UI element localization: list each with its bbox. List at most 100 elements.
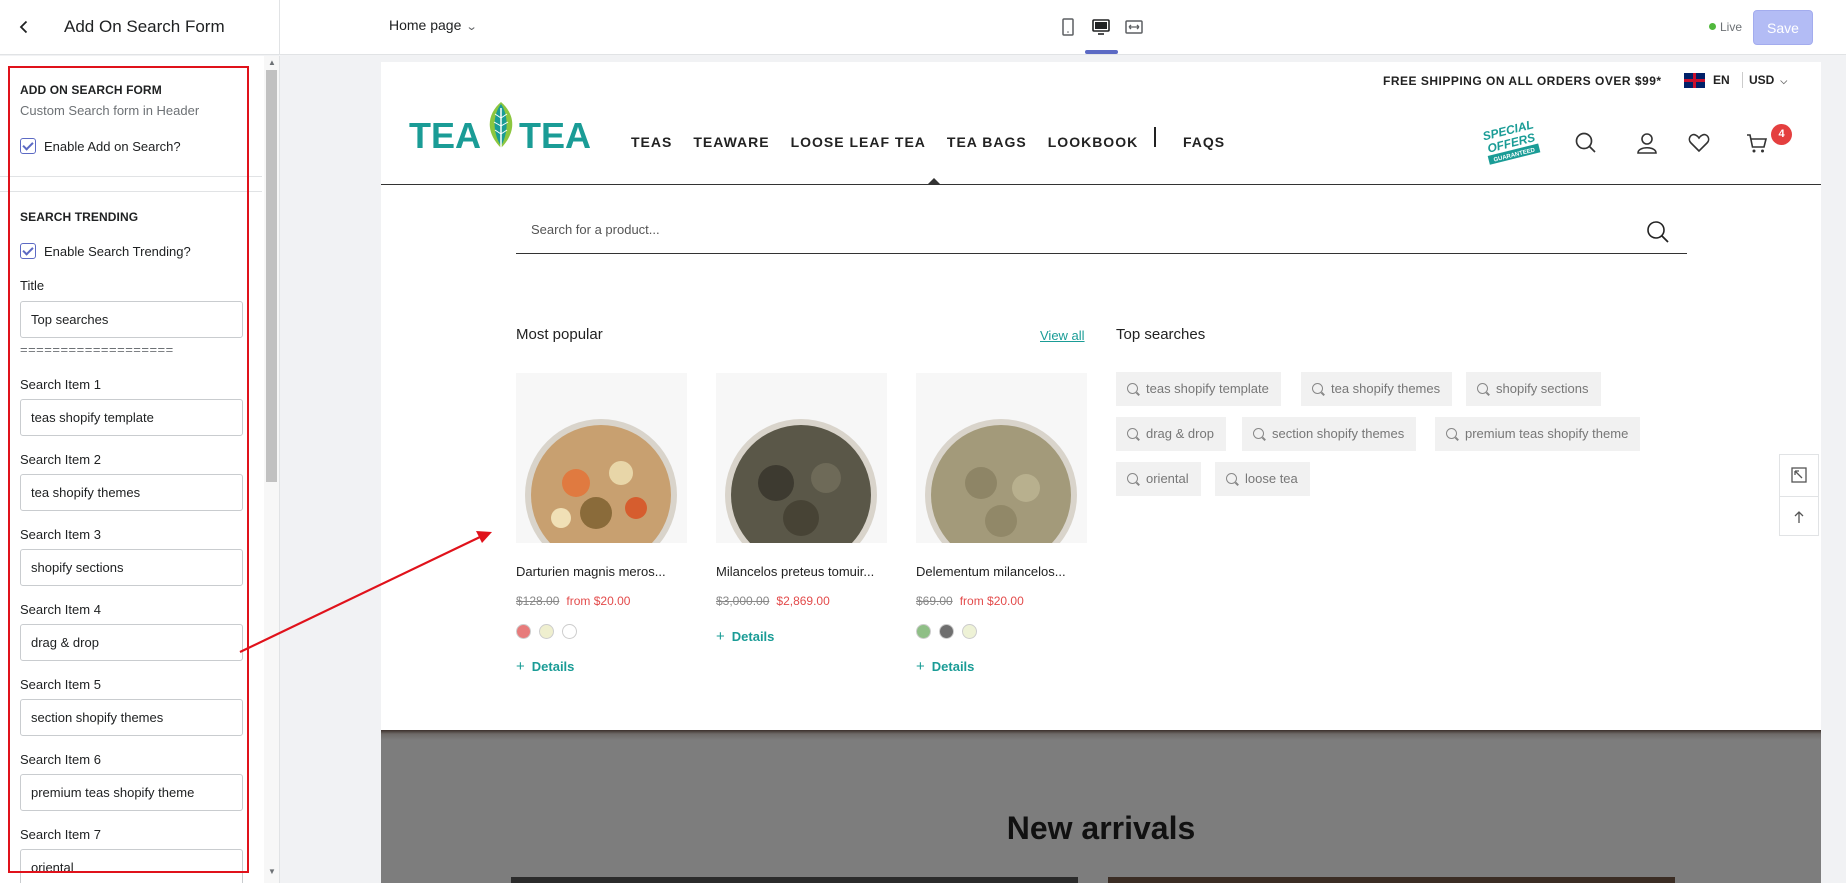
special-offers-badge[interactable]: SPECIAL OFFERS GUARANTEED: [1479, 117, 1543, 167]
search-input[interactable]: Search for a product...: [531, 222, 660, 237]
logo-text-left: TEA: [409, 115, 481, 154]
currency-selector[interactable]: USD ⌵: [1749, 73, 1787, 87]
search-tag-label: shopify sections: [1496, 381, 1589, 396]
color-swatches: [916, 624, 1087, 640]
language-selector[interactable]: EN: [1713, 73, 1730, 87]
search-tag-label: section shopify themes: [1272, 426, 1405, 441]
most-popular-title: Most popular: [516, 326, 603, 343]
details-link[interactable]: + Details: [916, 658, 1087, 675]
nav-item-loose-leaf-tea[interactable]: LOOSE LEAF TEA: [791, 134, 926, 150]
search-tag-label: teas shopify template: [1146, 381, 1269, 396]
color-swatch[interactable]: [916, 624, 931, 639]
search-icon: [1127, 473, 1138, 484]
fullscreen-view-icon[interactable]: [1123, 16, 1145, 38]
header-bottom-line: [381, 184, 1821, 185]
details-link[interactable]: + Details: [516, 658, 687, 675]
product-image[interactable]: [916, 373, 1087, 543]
live-dot-icon: [1709, 23, 1716, 30]
product-name[interactable]: Darturien magnis meros...: [516, 564, 687, 579]
search-icon: [1446, 428, 1457, 439]
product-card[interactable]: Darturien magnis meros... $128.00 from $2…: [516, 373, 687, 675]
product-name[interactable]: Delementum milancelos...: [916, 564, 1087, 579]
dropdown-caret-icon: [928, 178, 940, 184]
plus-icon: +: [516, 658, 525, 675]
search-underline: [516, 253, 1687, 254]
product-image[interactable]: [516, 373, 687, 543]
search-tag-label: oriental: [1146, 471, 1189, 486]
color-swatch[interactable]: [939, 624, 954, 639]
scroll-up-arrow-icon[interactable]: ▲: [268, 58, 276, 67]
active-device-indicator: [1085, 50, 1118, 54]
plus-icon: +: [916, 658, 925, 675]
search-tag[interactable]: section shopify themes: [1242, 417, 1417, 451]
search-tag[interactable]: tea shopify themes: [1301, 372, 1453, 406]
product-card[interactable]: Delementum milancelos... $69.00 from $20.…: [916, 373, 1087, 675]
banner-image-strip: [1108, 877, 1675, 883]
search-tag[interactable]: shopify sections: [1466, 372, 1601, 406]
product-image[interactable]: [716, 373, 887, 543]
chevron-down-icon: ⌄: [466, 21, 478, 33]
search-tag-label: drag & drop: [1146, 426, 1214, 441]
expand-icon[interactable]: [1780, 455, 1818, 495]
details-label: Details: [931, 659, 975, 674]
search-icon[interactable]: [1573, 130, 1599, 156]
sale-price: $2,869.00: [776, 594, 830, 608]
page-selector-label: Home page: [389, 17, 462, 33]
search-tag[interactable]: teas shopify template: [1116, 372, 1281, 406]
product-name[interactable]: Milancelos preteus tomuir...: [716, 564, 887, 579]
cart-icon[interactable]: [1744, 130, 1770, 156]
new-arrivals-title: New arrivals: [1006, 810, 1196, 846]
search-icon: [1253, 428, 1264, 439]
search-tag[interactable]: drag & drop: [1116, 417, 1226, 451]
page-selector[interactable]: Home page ⌄: [389, 17, 478, 33]
editor-topbar: Add On Search Form Home page ⌄ Live Save: [0, 0, 1846, 55]
search-tag-label: tea shopify themes: [1331, 381, 1441, 396]
search-tag-label: loose tea: [1245, 471, 1298, 486]
uk-flag-icon[interactable]: [1684, 73, 1705, 88]
sidebar-header: Add On Search Form: [0, 0, 280, 55]
nav-item-teaware[interactable]: TEAWARE: [693, 134, 769, 150]
search-icon: [1477, 383, 1488, 394]
back-arrow-icon[interactable]: [14, 17, 34, 37]
view-all-link[interactable]: View all: [1040, 328, 1085, 343]
live-status-label: Live: [1720, 20, 1743, 34]
search-icon: [1226, 473, 1237, 484]
search-tag[interactable]: oriental: [1116, 462, 1201, 496]
nav-item-teas[interactable]: TEAS: [631, 134, 672, 150]
original-price: $128.00: [516, 594, 560, 608]
search-icon: [1127, 428, 1138, 439]
mobile-view-icon[interactable]: [1057, 16, 1079, 38]
search-tag-label: premium teas shopify theme: [1465, 426, 1629, 441]
annotation-highlight-box: [8, 66, 249, 873]
store-logo[interactable]: TEA TEA: [409, 96, 599, 156]
search-tag[interactable]: loose tea: [1215, 462, 1310, 496]
color-swatch[interactable]: [962, 624, 977, 639]
sidebar-title: Add On Search Form: [64, 17, 225, 36]
original-price: $3,000.00: [716, 594, 770, 608]
product-card[interactable]: Milancelos preteus tomuir... $3,000.00 $2…: [716, 373, 887, 645]
scroll-down-arrow-icon[interactable]: ▼: [268, 867, 276, 876]
color-swatch[interactable]: [562, 624, 577, 639]
scroll-top-arrow-icon[interactable]: [1780, 496, 1818, 536]
color-swatch[interactable]: [539, 624, 554, 639]
desktop-view-icon[interactable]: [1090, 16, 1112, 38]
top-searches-title: Top searches: [1116, 326, 1206, 343]
sidebar-scrollbar-thumb[interactable]: [266, 70, 277, 482]
details-link[interactable]: + Details: [716, 628, 887, 645]
account-icon[interactable]: [1634, 130, 1660, 156]
nav-divider: [1154, 127, 1156, 147]
nav-item-lookbook[interactable]: LOOKBOOK: [1048, 134, 1138, 150]
nav-item-faqs[interactable]: FAQS: [1183, 134, 1225, 150]
color-swatches: [516, 624, 687, 640]
new-arrivals-banner: [381, 730, 1821, 883]
chevron-down-icon: ⌵: [1780, 76, 1788, 86]
search-submit-icon[interactable]: [1645, 219, 1671, 245]
color-swatch[interactable]: [516, 624, 531, 639]
currency-label: USD: [1749, 73, 1775, 87]
search-icon: [1127, 383, 1138, 394]
save-button[interactable]: Save: [1753, 10, 1813, 45]
search-tag[interactable]: premium teas shopify theme: [1435, 417, 1641, 451]
wishlist-heart-icon[interactable]: [1686, 130, 1712, 156]
cart-count-badge: 4: [1771, 124, 1792, 145]
nav-item-tea-bags[interactable]: TEA BAGS: [947, 134, 1027, 150]
